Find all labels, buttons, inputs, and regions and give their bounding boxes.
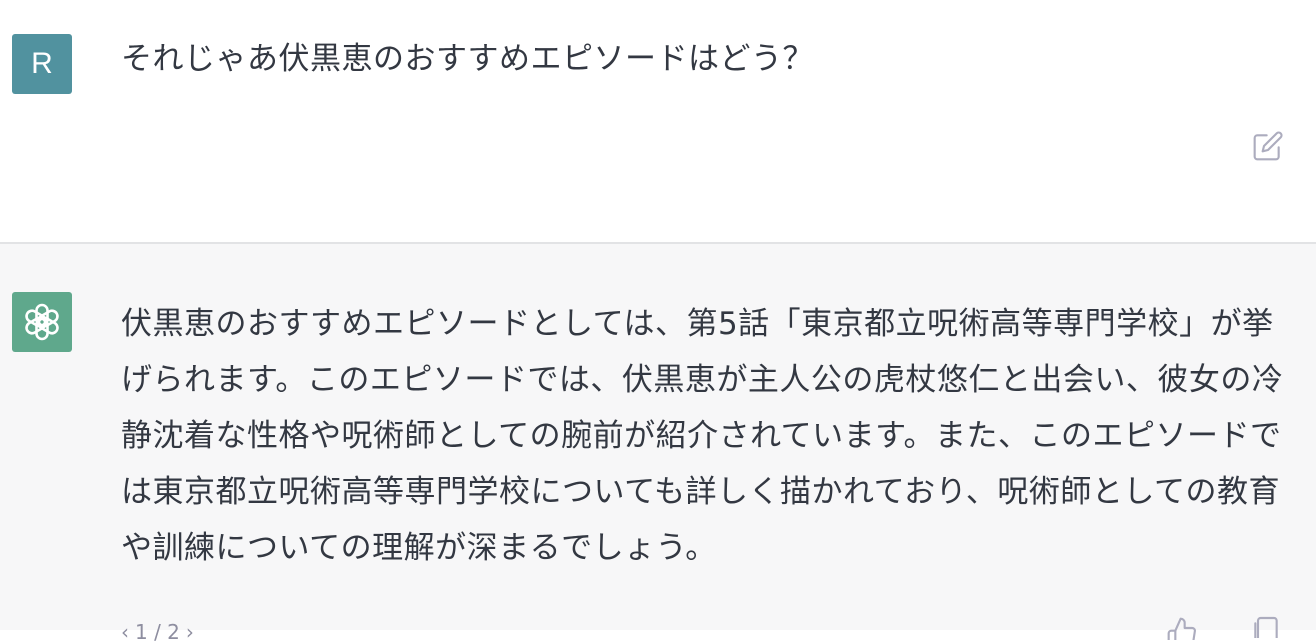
user-avatar-letter: R [31,47,53,80]
edit-message-button[interactable] [1250,128,1286,164]
assistant-avatar [12,292,72,352]
pager-next-button[interactable]: › [186,620,194,644]
assistant-message-row: 伏黒恵のおすすめエピソードとしては、第5話「東京都立呪術高等専門学校」が挙げられ… [0,244,1316,644]
assistant-message-text: 伏黒恵のおすすめエピソードとしては、第5話「東京都立呪術高等専門学校」が挙げられ… [121,306,1284,566]
user-avatar: R [12,34,72,94]
openai-logo-icon [25,303,59,341]
clipboard-icon [1254,616,1278,638]
pager-prev-button[interactable]: ‹ [121,620,129,644]
pencil-square-icon [1253,131,1283,161]
user-message-text: それじゃあ伏黒恵のおすすめエピソードはどう？ [121,41,814,77]
pager-label: 1 / 2 [135,620,180,644]
response-pager: ‹ 1 / 2 › [121,620,194,644]
thumbs-up-button[interactable] [1166,616,1202,640]
user-message-row: R それじゃあ伏黒恵のおすすめエピソードはどう？ [0,0,1316,242]
thumbs-up-icon [1167,617,1196,640]
copy-button[interactable] [1250,614,1286,638]
